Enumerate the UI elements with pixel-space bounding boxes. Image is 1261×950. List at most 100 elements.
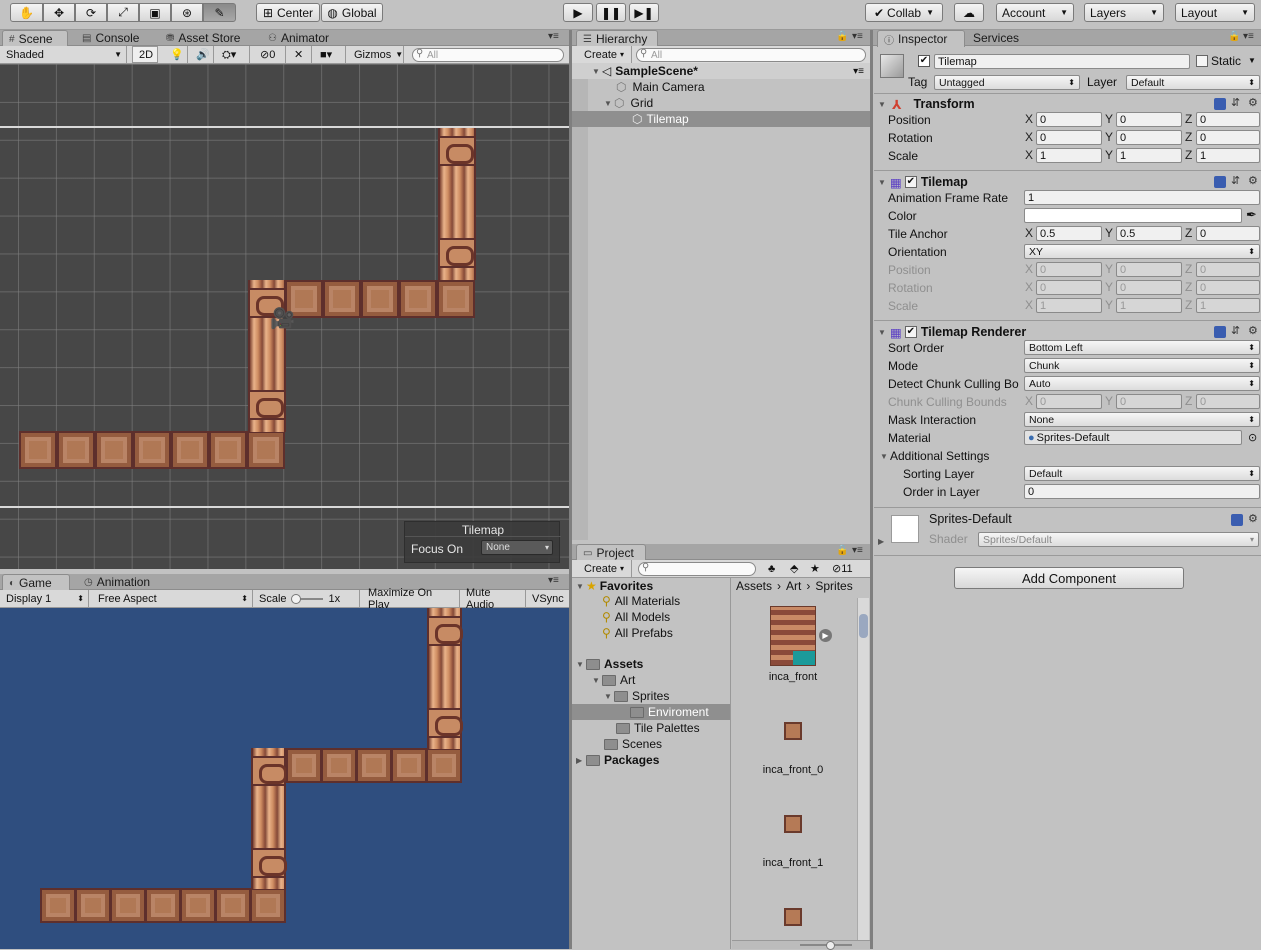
preset-icon[interactable]: ⇵ [1231,174,1243,187]
folder-sprites[interactable]: ▼ Sprites [572,688,730,704]
brush-tool-icon[interactable]: ✎ [203,3,236,22]
rotation-x-field[interactable]: 0 [1036,130,1102,145]
preset-icon[interactable]: ⇵ [1231,96,1243,109]
sprite-thumbnail[interactable] [784,908,802,926]
rotation-y-field[interactable]: 0 [1116,130,1182,145]
create-dropdown[interactable]: Create ▾ [578,46,632,63]
scale-z-field[interactable]: 1 [1196,148,1260,163]
pivot-mode-button[interactable]: ⊞ Center [256,3,320,22]
folder-enviroment[interactable]: Enviroment [572,704,730,720]
tab-animation[interactable]: ◷ Animation [78,574,156,590]
panel-menu-icon[interactable]: ▾≡ [548,31,559,42]
camera-gizmo-icon[interactable]: 🎥 [270,306,295,331]
hierarchy-item-main-camera[interactable]: ⬡ Main Camera [572,79,870,95]
tab-asset-store[interactable]: ⛃ Asset Store [160,30,246,46]
scene-row[interactable]: ▼ ◁ SampleScene* ▾≡ [572,63,870,79]
panel-menu-icon[interactable]: ▾≡ [1243,31,1254,42]
packages-folder-row[interactable]: ▶ Packages [572,752,730,768]
gear-icon[interactable]: ⚙ [1248,96,1260,109]
hierarchy-item-tilemap[interactable]: ⬡ Tilemap [572,111,870,127]
account-dropdown[interactable]: Account ▼ [996,3,1074,22]
tilemap-enabled-checkbox[interactable]: ✔ [904,176,917,188]
display-dropdown[interactable]: Display 1 ⬍ [0,590,89,607]
tab-game[interactable]: ◐ Game [2,574,70,591]
project-search-input[interactable]: ⚲ [638,562,756,576]
layer-dropdown[interactable]: Default ⬍ [1126,75,1260,90]
shading-mode-dropdown[interactable]: Shaded ▼ [0,46,127,63]
lock-icon[interactable]: 🔒 [836,31,848,42]
position-z-field[interactable]: 0 [1196,112,1260,127]
collab-dropdown[interactable]: ✔ Collab ▼ [865,3,943,22]
light-toggle-icon[interactable]: 💡 [164,46,188,63]
gear-icon[interactable]: ⚙ [1248,174,1260,187]
pivot-rotation-button[interactable]: ◍ Global [321,3,383,22]
hidden-packages-badge[interactable]: ⊘ 11 [826,560,866,577]
asset-scrollbar[interactable] [857,598,869,943]
transform-header[interactable]: ▼ ⅄ Transform [874,95,1261,113]
renderer-enabled-checkbox[interactable]: ✔ [904,326,917,338]
static-dropdown-icon[interactable]: ▼ [1248,56,1256,65]
favorite-item-materials[interactable]: ⚲ All Materials [572,593,730,609]
hierarchy-search-input[interactable]: ⚲ All [636,48,866,62]
tab-hierarchy[interactable]: ☰ Hierarchy [576,30,658,47]
panel-menu-icon[interactable]: ▾≡ [548,575,559,586]
thumbnail-size-slider[interactable] [732,940,870,950]
move-tool-icon[interactable]: ✥ [43,3,75,22]
mode-dropdown[interactable]: Chunk ⬍ [1024,358,1260,373]
transform-tool-icon[interactable]: ⊛ [171,3,203,22]
frame-rate-field[interactable]: 1 [1024,190,1260,205]
play-button[interactable]: ▶ [563,3,593,22]
breadcrumb-art[interactable]: Art [786,579,801,593]
sprite-thumbnail[interactable] [784,722,802,740]
orientation-dropdown[interactable]: XY ⬍ [1024,244,1260,259]
filter-label-icon[interactable]: ⬘ [784,560,804,577]
layout-dropdown[interactable]: Layout ▼ [1175,3,1255,22]
breadcrumb-assets[interactable]: Assets [736,579,772,593]
rect-tool-icon[interactable]: ▣ [139,3,171,22]
position-x-field[interactable]: 0 [1036,112,1102,127]
cloud-icon[interactable]: ☁ [954,3,984,22]
panel-menu-icon[interactable]: ▾≡ [852,545,863,556]
layers-dropdown[interactable]: Layers ▼ [1084,3,1164,22]
effects-dropdown-icon[interactable]: ⛭▾ [216,46,250,63]
tab-console[interactable]: ▤ Console [76,30,145,46]
scale-x-field[interactable]: 1 [1036,148,1102,163]
eyedropper-icon[interactable]: ✒ [1246,207,1257,223]
scale-slider[interactable]: Scale 1x [253,590,360,607]
material-foldout-arrow[interactable]: ▶ [878,537,884,546]
sprite-thumbnail[interactable] [784,815,802,833]
anchor-z-field[interactable]: 0 [1196,226,1260,241]
tag-dropdown[interactable]: Untagged ⬍ [934,75,1080,90]
panel-menu-icon[interactable]: ▾≡ [852,31,863,42]
anchor-x-field[interactable]: 0.5 [1036,226,1102,241]
gizmos-dropdown[interactable]: Gizmos ▼ [348,46,404,63]
hand-tool-icon[interactable]: ✋ [10,3,43,22]
tilemap-renderer-header[interactable]: ▼ ▦ ✔ Tilemap Renderer [874,323,1261,341]
aspect-dropdown[interactable]: Free Aspect ⬍ [92,590,253,607]
rotation-z-field[interactable]: 0 [1196,130,1260,145]
folder-tile-palettes[interactable]: Tile Palettes [572,720,730,736]
help-book-icon[interactable] [1214,98,1226,110]
scene-search-input[interactable]: ⚲ All [412,48,564,62]
hierarchy-item-grid[interactable]: ▼ ⬡ Grid [572,95,870,111]
tab-animator[interactable]: ⚇ Animator [262,30,335,46]
scale-tool-icon[interactable]: ⤢ [107,3,139,22]
lock-icon[interactable]: 🔒 [1228,31,1240,42]
2d-toggle[interactable]: 2D [132,46,158,63]
active-checkbox[interactable]: ✔ [918,55,930,67]
vertical-splitter[interactable] [870,30,873,949]
mask-interaction-dropdown[interactable]: None ⬍ [1024,412,1260,427]
tab-inspector[interactable]: ⓘ Inspector [877,30,965,47]
favorite-item-prefabs[interactable]: ⚲ All Prefabs [572,625,730,641]
sorting-layer-dropdown[interactable]: Default ⬍ [1024,466,1260,481]
favorite-star-icon[interactable]: ★ [804,560,824,577]
game-view[interactable] [0,608,569,949]
create-dropdown[interactable]: Create ▾ [578,560,632,577]
breadcrumb-sprites[interactable]: Sprites [815,579,852,593]
help-book-icon[interactable] [1214,326,1226,338]
filter-type-icon[interactable]: ♣ [762,560,782,577]
vsync-toggle[interactable]: VSync [526,590,569,607]
sort-order-dropdown[interactable]: Bottom Left ⬍ [1024,340,1260,355]
folder-scenes[interactable]: Scenes [572,736,730,752]
tab-services[interactable]: Services [967,30,1025,46]
